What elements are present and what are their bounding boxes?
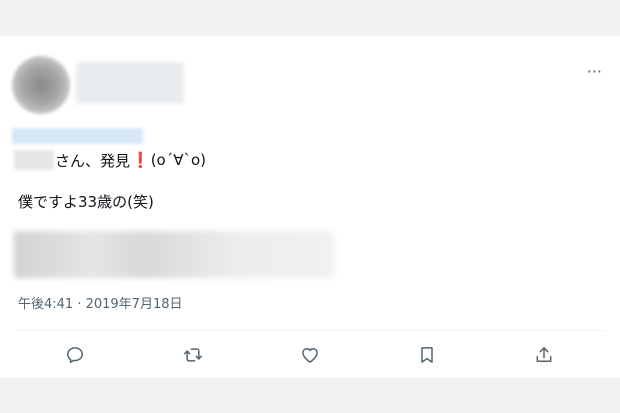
exclamation-emoji: ❗ bbox=[131, 151, 150, 169]
more-options-icon[interactable]: ··· bbox=[587, 64, 602, 80]
blurred-embedded-content bbox=[14, 231, 334, 278]
share-button[interactable] bbox=[531, 342, 557, 368]
heart-icon bbox=[302, 348, 318, 363]
like-button[interactable] bbox=[297, 342, 323, 368]
tweet-timestamp[interactable]: 午後4:41 · 2019年7月18日 bbox=[18, 293, 183, 312]
tweet-text-fragment: さん、発見 bbox=[55, 151, 131, 170]
avatar[interactable] bbox=[12, 56, 70, 114]
blurred-reply-mention bbox=[12, 128, 143, 144]
bookmark-icon bbox=[421, 347, 433, 363]
action-bar bbox=[0, 342, 620, 368]
divider bbox=[16, 330, 604, 331]
tweet-text-line-1: さん、発見 ❗ (o´∀`o) bbox=[14, 149, 206, 171]
tweet-text-line-2: 僕ですよ33歳の(笑) bbox=[18, 193, 154, 211]
reply-button[interactable] bbox=[62, 342, 88, 368]
retweet-button[interactable] bbox=[180, 342, 206, 368]
blurred-display-name bbox=[76, 62, 184, 104]
blurred-username bbox=[14, 150, 54, 170]
speech-bubble-icon bbox=[67, 347, 83, 364]
share-upload-icon bbox=[536, 347, 552, 362]
kaomoji: (o´∀`o) bbox=[150, 151, 207, 169]
retweet-arrows-icon bbox=[183, 348, 203, 362]
tweet-card: ··· さん、発見 ❗ (o´∀`o) 僕ですよ33歳の(笑) 午後4:41 ·… bbox=[0, 36, 620, 378]
bookmark-button[interactable] bbox=[414, 342, 440, 368]
